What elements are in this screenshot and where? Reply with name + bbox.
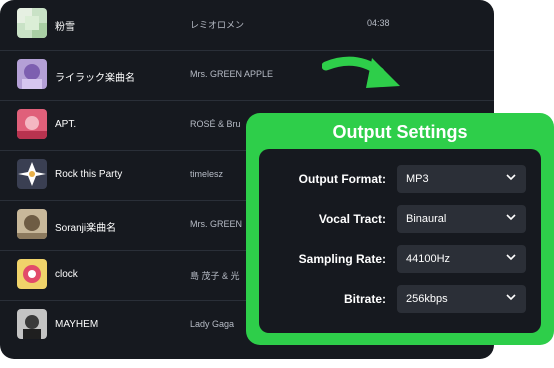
output-format-value: MP3 bbox=[406, 173, 429, 185]
bitrate-value: 256kbps bbox=[406, 293, 448, 305]
song-artist: Mrs. GREEN bbox=[190, 219, 243, 229]
song-title: ライラック楽曲名 bbox=[55, 73, 135, 84]
output-settings-panel: Output Settings Output Format: MP3 Vocal… bbox=[246, 113, 554, 345]
song-title: Soranji楽曲名 bbox=[55, 223, 117, 234]
album-art bbox=[17, 259, 47, 289]
settings-body: Output Format: MP3 Vocal Tract: Binaural… bbox=[259, 149, 541, 333]
output-format-row: Output Format: MP3 bbox=[259, 165, 541, 193]
arrow-icon bbox=[322, 56, 400, 88]
song-title: MAYHEM bbox=[55, 319, 99, 330]
output-settings-title: Output Settings bbox=[332, 122, 468, 142]
song-artist: ROSÉ & Bru bbox=[190, 119, 241, 129]
sampling-rate-row: Sampling Rate: 44100Hz bbox=[259, 245, 541, 273]
chevron-down-icon bbox=[506, 214, 516, 221]
bitrate-label: Bitrate: bbox=[343, 292, 386, 306]
vocal-tract-select[interactable]: Binaural bbox=[397, 205, 526, 233]
vocal-tract-label: Vocal Tract: bbox=[318, 212, 386, 226]
song-title: clock bbox=[55, 269, 78, 280]
sampling-rate-value: 44100Hz bbox=[406, 253, 451, 265]
song-artist: 島 茂子 & 光 bbox=[190, 271, 240, 281]
song-artist: Lady Gaga bbox=[190, 319, 235, 329]
bitrate-select[interactable]: 256kbps bbox=[397, 285, 526, 313]
album-art bbox=[17, 309, 47, 339]
vocal-tract-row: Vocal Tract: Binaural bbox=[259, 205, 541, 233]
bitrate-row: Bitrate: 256kbps bbox=[259, 285, 541, 313]
song-title: Rock this Party bbox=[55, 169, 123, 180]
vocal-tract-value: Binaural bbox=[406, 213, 447, 225]
chevron-down-icon bbox=[506, 174, 516, 181]
album-art bbox=[17, 209, 47, 239]
sampling-rate-select[interactable]: 44100Hz bbox=[397, 245, 526, 273]
output-format-select[interactable]: MP3 bbox=[397, 165, 526, 193]
album-art bbox=[17, 8, 47, 38]
sampling-rate-label: Sampling Rate: bbox=[298, 252, 386, 266]
album-art bbox=[17, 59, 47, 89]
song-title: APT. bbox=[55, 119, 77, 130]
chevron-down-icon bbox=[506, 254, 516, 261]
song-row[interactable]: 粉雪 レミオロメン 04:38 bbox=[0, 0, 494, 50]
song-row[interactable]: ライラック楽曲名 Mrs. GREEN APPLE bbox=[0, 50, 494, 101]
song-title: 粉雪 bbox=[55, 22, 75, 33]
song-artist: timelesz bbox=[190, 169, 224, 179]
chevron-down-icon bbox=[506, 294, 516, 301]
album-art bbox=[17, 109, 47, 139]
song-artist: Mrs. GREEN APPLE bbox=[190, 69, 274, 79]
album-art bbox=[17, 159, 47, 189]
song-artist: レミオロメン bbox=[190, 20, 245, 30]
song-duration: 04:38 bbox=[367, 18, 390, 28]
output-format-label: Output Format: bbox=[298, 172, 386, 186]
